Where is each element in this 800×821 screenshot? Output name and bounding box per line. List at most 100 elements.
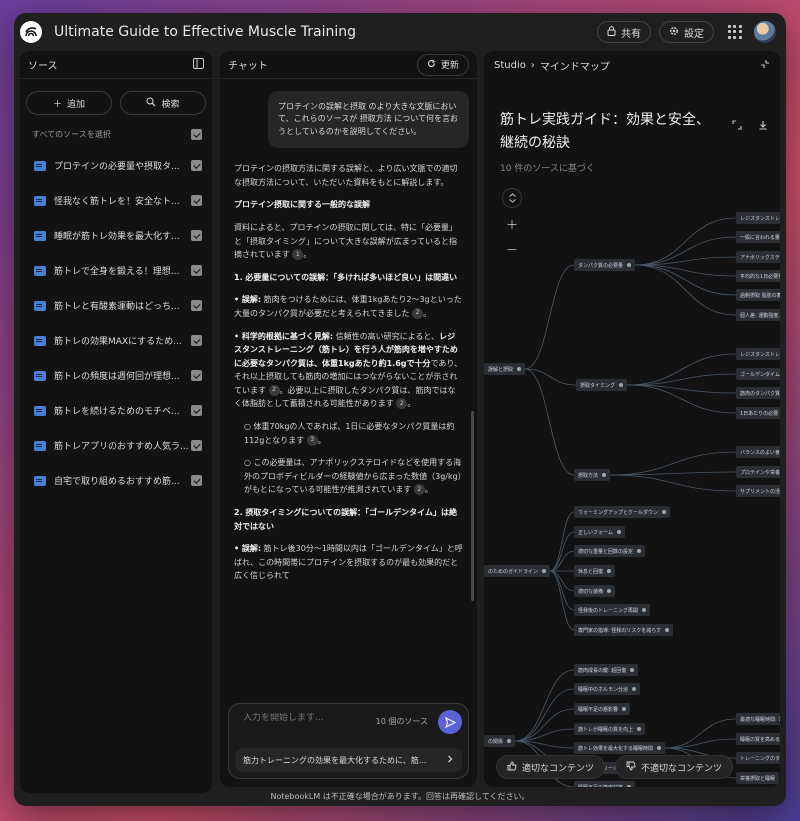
mindmap-node[interactable]: レジスタンストレ bbox=[736, 348, 780, 360]
mindmap-node[interactable]: 1日あたりの必要 bbox=[736, 407, 780, 419]
mindmap-node[interactable]: 平均的な1日必要量 bbox=[736, 270, 780, 282]
mindmap-node[interactable]: ウォーミングアップとクールダウン bbox=[574, 506, 671, 518]
mindmap-node[interactable]: アナボリックステ bbox=[736, 251, 780, 263]
refresh-button[interactable]: 更新 bbox=[416, 53, 469, 76]
expand-node-icon[interactable] bbox=[602, 473, 607, 477]
citation-chip[interactable]: 2 bbox=[413, 484, 425, 496]
expand-node-icon[interactable] bbox=[637, 727, 642, 731]
citation-chip[interactable]: 2 bbox=[268, 384, 280, 396]
mindmap-node[interactable]: 正しいフォーム bbox=[574, 526, 625, 538]
expand-node-icon[interactable] bbox=[619, 383, 624, 387]
source-checkbox[interactable] bbox=[191, 405, 202, 416]
mindmap-node[interactable]: プロテインや栄養 bbox=[736, 466, 780, 478]
mindmap-node[interactable]: 過剰摂取 脂肪の蓄 bbox=[736, 289, 780, 301]
expand-node-icon[interactable] bbox=[637, 549, 642, 553]
mindmap-node[interactable]: 筋トレ効果を最大化する睡眠時間 bbox=[574, 742, 666, 754]
expand-node-icon[interactable] bbox=[622, 707, 627, 711]
settings-button[interactable]: 設定 bbox=[659, 21, 714, 43]
chevron-right-icon[interactable] bbox=[446, 755, 454, 765]
add-source-button[interactable]: ＋ 追加 bbox=[26, 91, 112, 115]
chat-input[interactable] bbox=[243, 713, 363, 723]
mindmap-node[interactable]: 睡眠不足の悪影響 bbox=[574, 703, 631, 715]
notebook-title[interactable]: Ultimate Guide to Effective Muscle Train… bbox=[54, 24, 589, 40]
expand-node-icon[interactable] bbox=[517, 367, 522, 371]
mindmap-node[interactable]: 摂取方法 bbox=[574, 469, 611, 481]
expand-collapse-icon[interactable] bbox=[502, 188, 522, 208]
expand-node-icon[interactable] bbox=[642, 608, 647, 612]
apps-grid-icon[interactable] bbox=[728, 25, 742, 39]
citation-chip[interactable]: 2 bbox=[396, 398, 408, 410]
mindmap-node[interactable]: タンパク質の必要量 bbox=[574, 259, 636, 271]
mindmap-node[interactable]: 怪我後のトレーニング再開 bbox=[574, 604, 651, 616]
source-item[interactable]: 筋トレの頻度は週何回が理想... bbox=[20, 358, 212, 393]
bad-content-button[interactable]: 不適切なコンテンツ bbox=[615, 755, 734, 779]
mindmap-node[interactable]: レジスタンストレ bbox=[736, 212, 780, 224]
avatar[interactable] bbox=[754, 21, 776, 43]
mindmap-node[interactable]: 睡眠不足の筋肉対策 bbox=[574, 781, 636, 787]
search-source-button[interactable]: 検索 bbox=[120, 91, 206, 115]
mindmap-node[interactable]: 個人差: 運動強度, bbox=[736, 309, 780, 321]
expand-node-icon[interactable] bbox=[627, 263, 632, 267]
expand-node-icon[interactable] bbox=[662, 510, 667, 514]
mindmap-node[interactable]: 栄養摂取と睡眠 bbox=[736, 772, 780, 784]
source-item[interactable]: 筋トレの効果MAXにするため... bbox=[20, 323, 212, 358]
mindmap-node[interactable]: 最適な睡眠時間: 7 bbox=[736, 713, 780, 725]
mindmap-node[interactable]: 筋肉成長の鍵: 超回復 bbox=[574, 664, 639, 676]
source-checkbox[interactable] bbox=[191, 160, 202, 171]
citation-chip[interactable]: 1 bbox=[292, 249, 304, 261]
mindmap-node[interactable]: 筋トレが睡眠の質を向上 bbox=[574, 723, 646, 735]
expand-node-icon[interactable] bbox=[627, 785, 632, 787]
source-checkbox[interactable] bbox=[191, 370, 202, 381]
expand-node-icon[interactable] bbox=[507, 739, 512, 743]
source-checkbox[interactable] bbox=[191, 195, 202, 206]
source-item[interactable]: 筋トレと有酸素運動はどっち... bbox=[20, 288, 212, 323]
mindmap-node[interactable]: 適切な重量と回数の設定 bbox=[574, 545, 646, 557]
citation-chip[interactable]: 2 bbox=[412, 307, 424, 319]
mindmap-node[interactable]: 摂取タイミング bbox=[576, 379, 628, 391]
mindmap-node[interactable]: 専門家の指導: 怪我のリスクを減らす bbox=[574, 624, 674, 636]
expand-node-icon[interactable] bbox=[630, 668, 635, 672]
expand-node-icon[interactable] bbox=[616, 530, 621, 534]
notebooklm-logo[interactable] bbox=[20, 21, 42, 43]
mindmap-node[interactable]: トレーニングのタ bbox=[736, 752, 780, 764]
mindmap-node[interactable]: サプリメントの活 bbox=[736, 485, 780, 497]
good-content-button[interactable]: 適切なコンテンツ bbox=[496, 755, 606, 779]
source-item[interactable]: 睡眠が筋トレ効果を最大化す... bbox=[20, 218, 212, 253]
source-checkbox[interactable] bbox=[191, 300, 202, 311]
chat-scrollbar[interactable] bbox=[471, 411, 474, 601]
select-all-row[interactable]: すべてのソースを選択 bbox=[20, 121, 212, 148]
mindmap-node[interactable]: 筋肉のタンパク質 bbox=[736, 387, 780, 399]
source-checkbox[interactable] bbox=[191, 335, 202, 346]
source-checkbox[interactable] bbox=[191, 265, 202, 276]
source-item[interactable]: 筋トレで全身を鍛える！理想... bbox=[20, 253, 212, 288]
mindmap-node[interactable]: 適切な装備 bbox=[574, 585, 616, 597]
mindmap-node[interactable]: の関係 bbox=[484, 735, 516, 747]
mindmap-node[interactable]: ゴールデンタイム bbox=[736, 368, 780, 380]
expand-node-icon[interactable] bbox=[632, 687, 637, 691]
expand-node-icon[interactable] bbox=[607, 569, 612, 573]
share-button[interactable]: 共有 bbox=[597, 21, 651, 43]
suggested-question[interactable]: 筋力トレーニングの効果を最大化するために、筋... bbox=[235, 748, 462, 772]
source-item[interactable]: プロテインの必要量や摂取タ... bbox=[20, 148, 212, 183]
mindmap-node[interactable]: 睡眠中のホルモン分泌 bbox=[574, 683, 641, 695]
source-checkbox[interactable] bbox=[191, 230, 202, 241]
mindmap-node[interactable]: 睡眠の質を高める bbox=[736, 733, 780, 745]
source-checkbox[interactable] bbox=[191, 440, 202, 451]
panel-toggle-icon[interactable] bbox=[193, 57, 204, 72]
fullscreen-icon[interactable] bbox=[732, 115, 742, 134]
mindmap-node[interactable]: のためのガイドライン bbox=[484, 565, 551, 577]
zoom-out-icon[interactable]: － bbox=[506, 241, 518, 258]
mindmap-node[interactable]: 誤解と摂取 bbox=[484, 363, 526, 375]
select-all-checkbox[interactable] bbox=[191, 129, 202, 140]
source-checkbox[interactable] bbox=[191, 475, 202, 486]
expand-node-icon[interactable] bbox=[607, 589, 612, 593]
mindmap-node[interactable]: 一般に言われる量 bbox=[736, 231, 780, 243]
source-item[interactable]: 筋トレを続けるためのモチベ... bbox=[20, 393, 212, 428]
source-item[interactable]: 怪我なく筋トレを！安全なト... bbox=[20, 183, 212, 218]
zoom-in-icon[interactable]: ＋ bbox=[506, 216, 518, 233]
expand-node-icon[interactable] bbox=[657, 746, 662, 750]
citation-chip[interactable]: 3 bbox=[306, 434, 318, 446]
expand-node-icon[interactable] bbox=[665, 628, 670, 632]
send-button[interactable] bbox=[438, 710, 462, 734]
expand-node-icon[interactable] bbox=[542, 569, 547, 573]
